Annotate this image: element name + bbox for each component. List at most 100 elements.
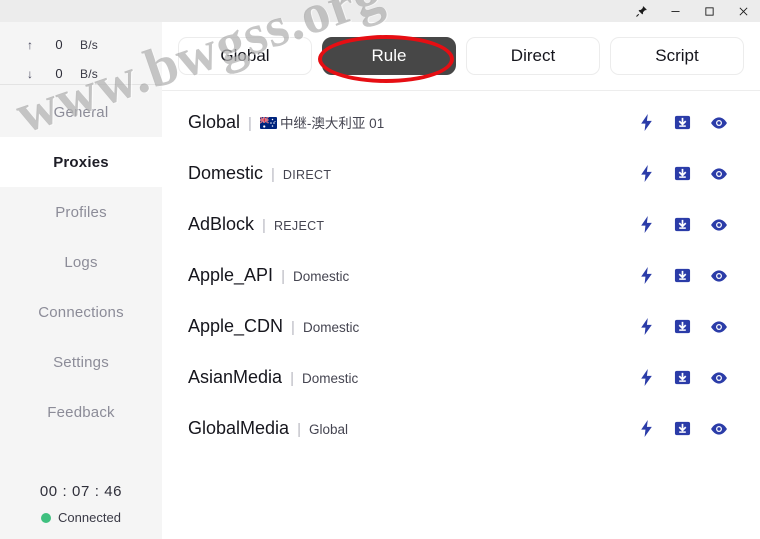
session-timer: 00 : 07 : 46 (39, 483, 123, 500)
group-value-text: Domestic (301, 371, 359, 386)
group-value-text: DIRECT (282, 168, 332, 182)
sidebar-footer: 00 : 07 : 46 Connected (0, 483, 162, 539)
status-dot-icon (41, 512, 52, 523)
sidebar-item-proxies[interactable]: Proxies (0, 137, 162, 187)
row-label: GlobalMedia | Global (188, 418, 637, 439)
sidebar-item-label: Settings (53, 353, 109, 371)
sidebar-item-general[interactable]: General (0, 87, 162, 137)
group-value-text: REJECT (273, 219, 325, 233)
row-label: Global | 中继-澳大利亚 01 (188, 112, 637, 133)
eye-icon[interactable] (709, 317, 728, 336)
tab-rule[interactable]: Rule (322, 37, 456, 75)
flag-au-icon (259, 117, 277, 129)
mode-tabbar: Global Rule Direct Script (162, 22, 760, 90)
speed-test-icon[interactable] (637, 419, 656, 438)
eye-icon[interactable] (709, 266, 728, 285)
tab-label: Direct (510, 46, 556, 65)
sidebar-item-label: General (53, 103, 109, 121)
row-actions (637, 317, 760, 336)
group-value: DIRECT (283, 168, 331, 182)
group-value: 中继-澳大利亚 01 (259, 112, 385, 132)
eye-icon[interactable] (709, 113, 728, 132)
row-separator: | (290, 370, 294, 387)
tab-label: Rule (371, 46, 407, 65)
speed-test-icon[interactable] (637, 368, 656, 387)
tab-label: Global (220, 46, 270, 65)
table-row[interactable]: Apple_API | Domestic (162, 250, 760, 301)
row-actions (637, 113, 760, 132)
row-separator: | (291, 319, 295, 336)
download-box-icon[interactable] (673, 266, 692, 285)
tab-direct[interactable]: Direct (466, 37, 600, 75)
download-speed-value: 0 (55, 66, 63, 81)
sidebar-item-label: Proxies (53, 153, 109, 171)
row-label: Apple_CDN | Domestic (188, 316, 637, 337)
group-name: Apple_CDN (188, 316, 284, 336)
download-box-icon[interactable] (673, 317, 692, 336)
sidebar-item-connections[interactable]: Connections (0, 287, 162, 337)
speed-test-icon[interactable] (637, 266, 656, 285)
group-value: REJECT (274, 219, 324, 233)
upload-arrow-icon: ↑ (27, 37, 33, 52)
eye-icon[interactable] (709, 215, 728, 234)
speed-test-icon[interactable] (637, 164, 656, 183)
group-value-text: 中继-澳大利亚 01 (279, 116, 385, 131)
sidebar-item-label: Feedback (47, 403, 115, 421)
row-actions (637, 215, 760, 234)
sidebar-item-label: Connections (38, 303, 124, 321)
eye-icon[interactable] (709, 164, 728, 183)
table-row[interactable]: AdBlock | REJECT (162, 199, 760, 250)
group-name: AsianMedia (188, 367, 283, 387)
speed-test-icon[interactable] (637, 215, 656, 234)
row-label: Apple_API | Domestic (188, 265, 637, 286)
group-name: Global (188, 112, 241, 132)
sidebar-item-profiles[interactable]: Profiles (0, 187, 162, 237)
speed-indicators: ↑ 0 B/s ↓ 0 B/s (0, 22, 162, 84)
sidebar-item-logs[interactable]: Logs (0, 237, 162, 287)
tab-label: Script (655, 46, 699, 65)
download-box-icon[interactable] (673, 368, 692, 387)
eye-icon[interactable] (709, 368, 728, 387)
row-separator: | (281, 268, 285, 285)
group-name: Apple_API (188, 265, 274, 285)
group-name: Domestic (188, 163, 264, 183)
main-content: Global Rule Direct Script Global | 中继-澳大… (162, 22, 760, 539)
upload-speed-value: 0 (55, 37, 63, 52)
table-row[interactable]: Domestic | DIRECT (162, 148, 760, 199)
row-actions (637, 266, 760, 285)
table-row[interactable]: GlobalMedia | Global (162, 403, 760, 454)
group-name: GlobalMedia (188, 418, 290, 438)
row-separator: | (248, 115, 252, 132)
maximize-icon[interactable] (692, 0, 726, 22)
row-separator: | (262, 217, 266, 234)
speed-test-icon[interactable] (637, 317, 656, 336)
speed-test-icon[interactable] (637, 113, 656, 132)
close-icon[interactable] (726, 0, 760, 22)
eye-icon[interactable] (709, 419, 728, 438)
sidebar-item-settings[interactable]: Settings (0, 337, 162, 387)
sidebar-item-label: Profiles (55, 203, 107, 221)
download-speed-unit: B/s (80, 66, 98, 81)
row-separator: | (297, 421, 301, 438)
tab-script[interactable]: Script (610, 37, 744, 75)
tab-global[interactable]: Global (178, 37, 312, 75)
group-value: Domestic (302, 371, 358, 386)
download-box-icon[interactable] (673, 113, 692, 132)
download-box-icon[interactable] (673, 215, 692, 234)
table-row[interactable]: Global | 中继-澳大利亚 01 (162, 97, 760, 148)
minimize-icon[interactable] (658, 0, 692, 22)
upload-speed-unit: B/s (80, 37, 98, 52)
group-value-text: Domestic (292, 269, 350, 284)
sidebar: ↑ 0 B/s ↓ 0 B/s General Proxies Profiles (0, 22, 162, 539)
group-value-text: Domestic (302, 320, 360, 335)
download-box-icon[interactable] (673, 419, 692, 438)
pin-icon[interactable] (624, 0, 658, 22)
upload-speed: ↑ 0 B/s (0, 30, 162, 59)
download-box-icon[interactable] (673, 164, 692, 183)
row-label: AdBlock | REJECT (188, 214, 637, 235)
row-actions (637, 419, 760, 438)
table-row[interactable]: AsianMedia | Domestic (162, 352, 760, 403)
table-row[interactable]: Apple_CDN | Domestic (162, 301, 760, 352)
sidebar-item-feedback[interactable]: Feedback (0, 387, 162, 437)
download-arrow-icon: ↓ (27, 66, 33, 81)
